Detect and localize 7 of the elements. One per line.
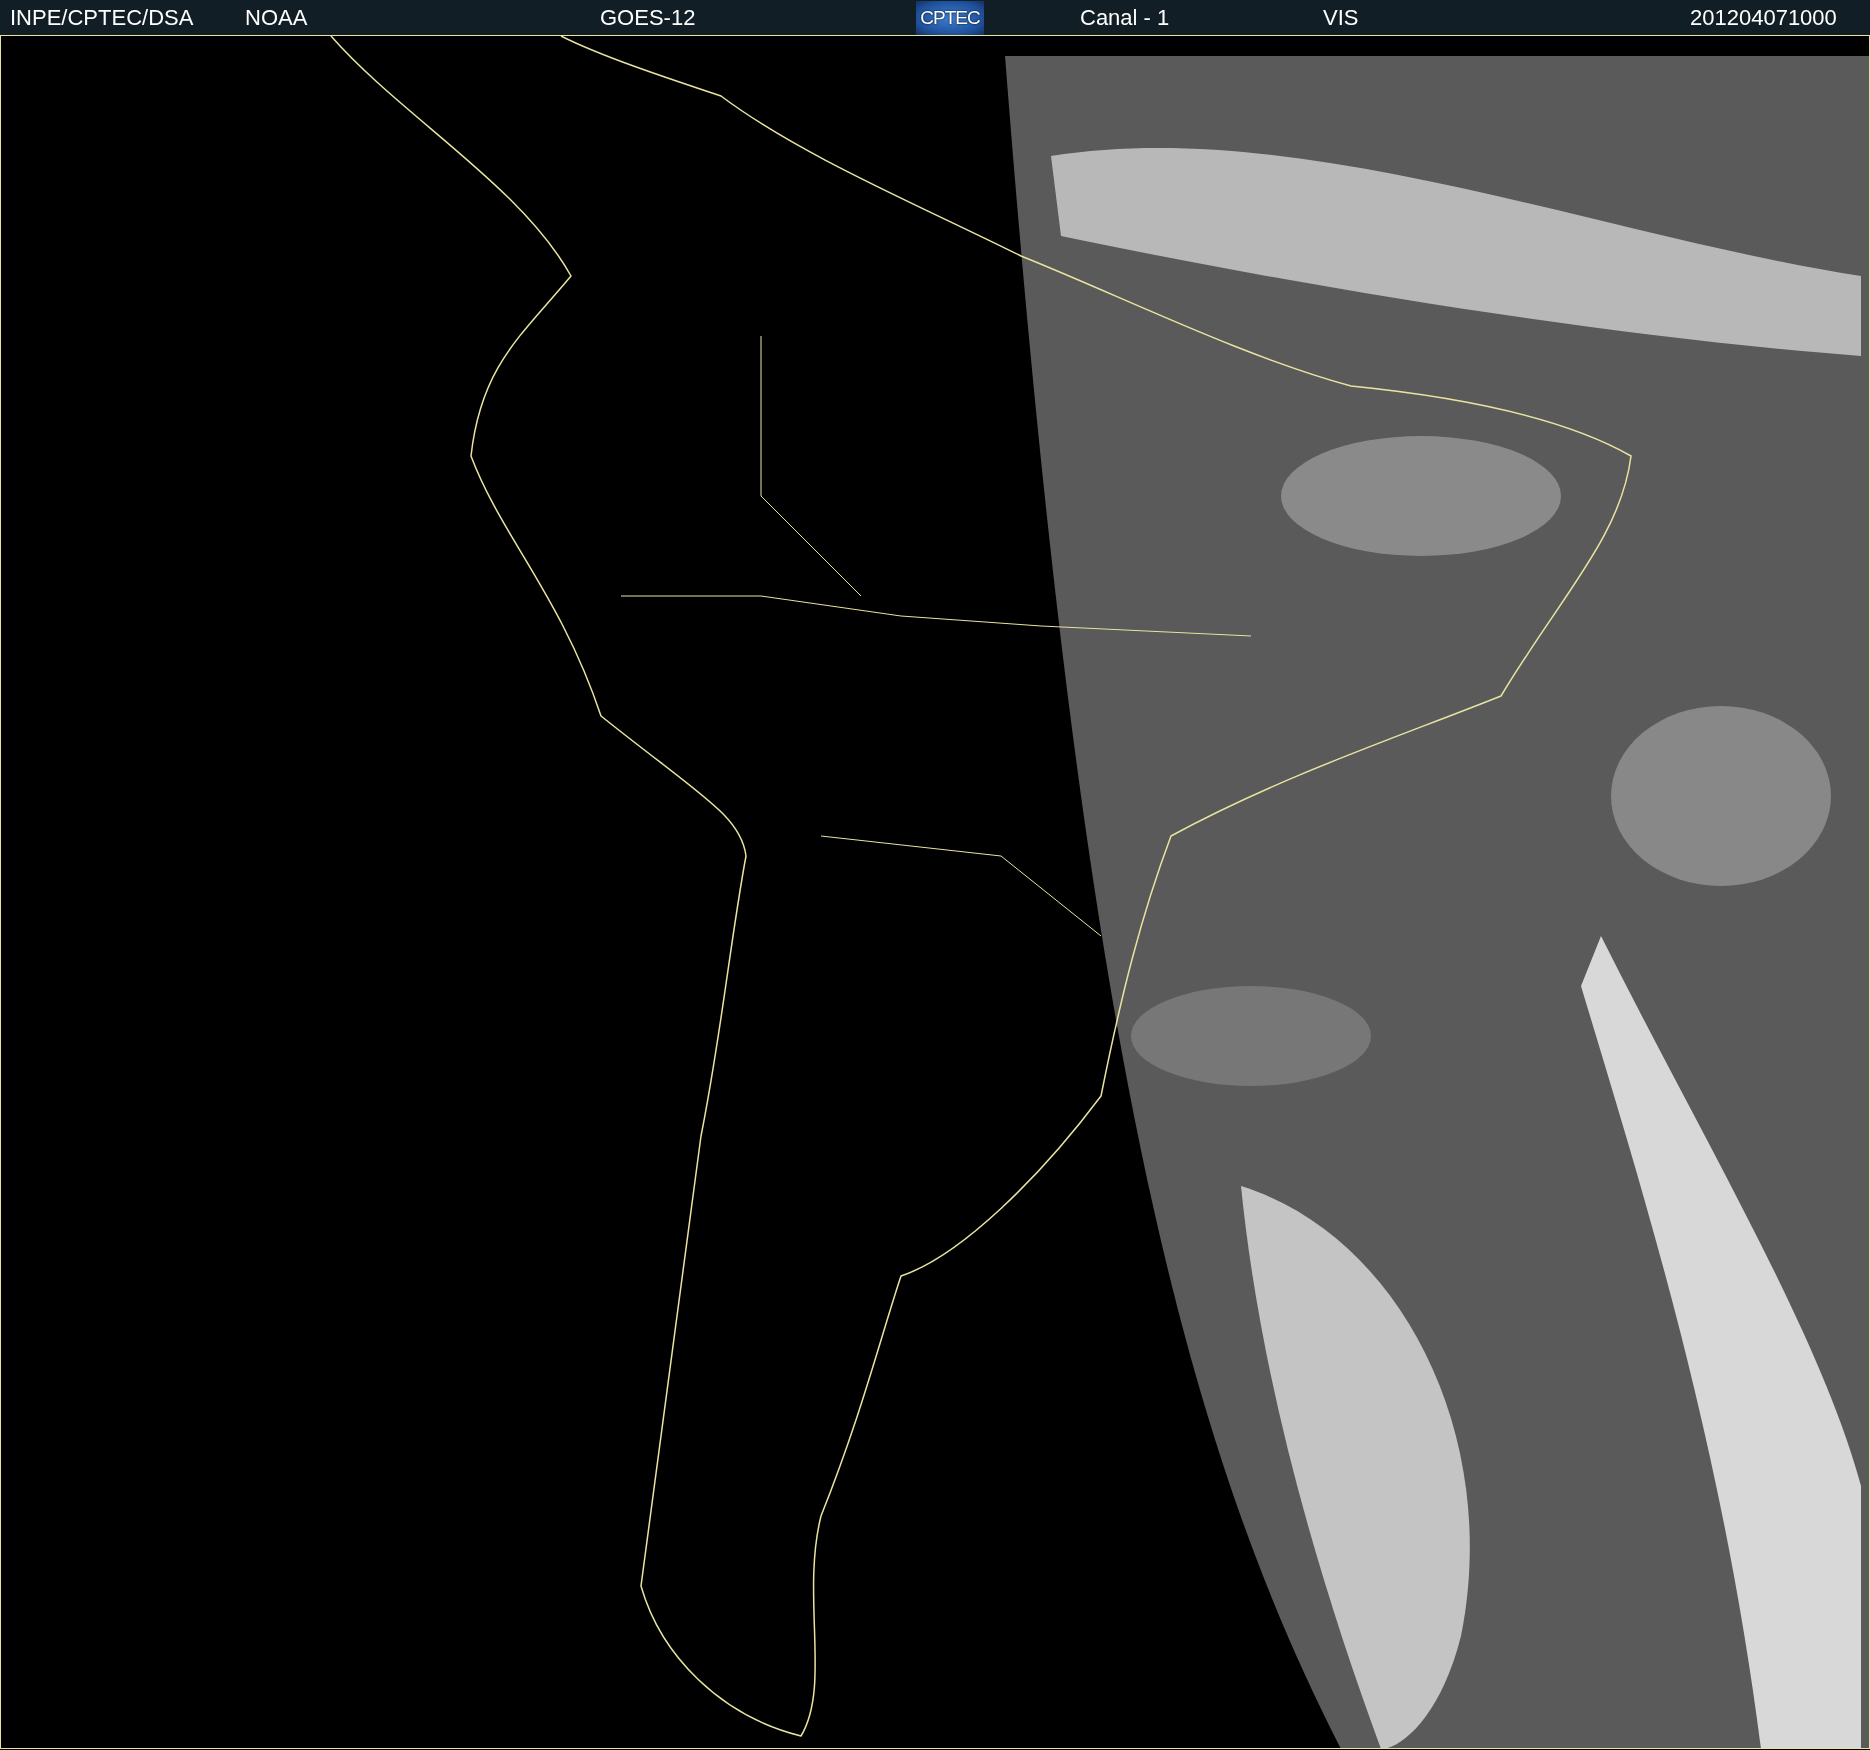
logo: CPTEC [916,0,984,35]
timestamp-label: 201204071000 [1690,6,1838,29]
satellite-label: GOES-12 [600,6,697,29]
agency-label: NOAA [245,6,309,29]
band-label: VIS [1323,6,1360,29]
source-label: INPE/CPTEC/DSA [10,6,195,29]
channel-label: Canal - 1 [1080,6,1171,29]
